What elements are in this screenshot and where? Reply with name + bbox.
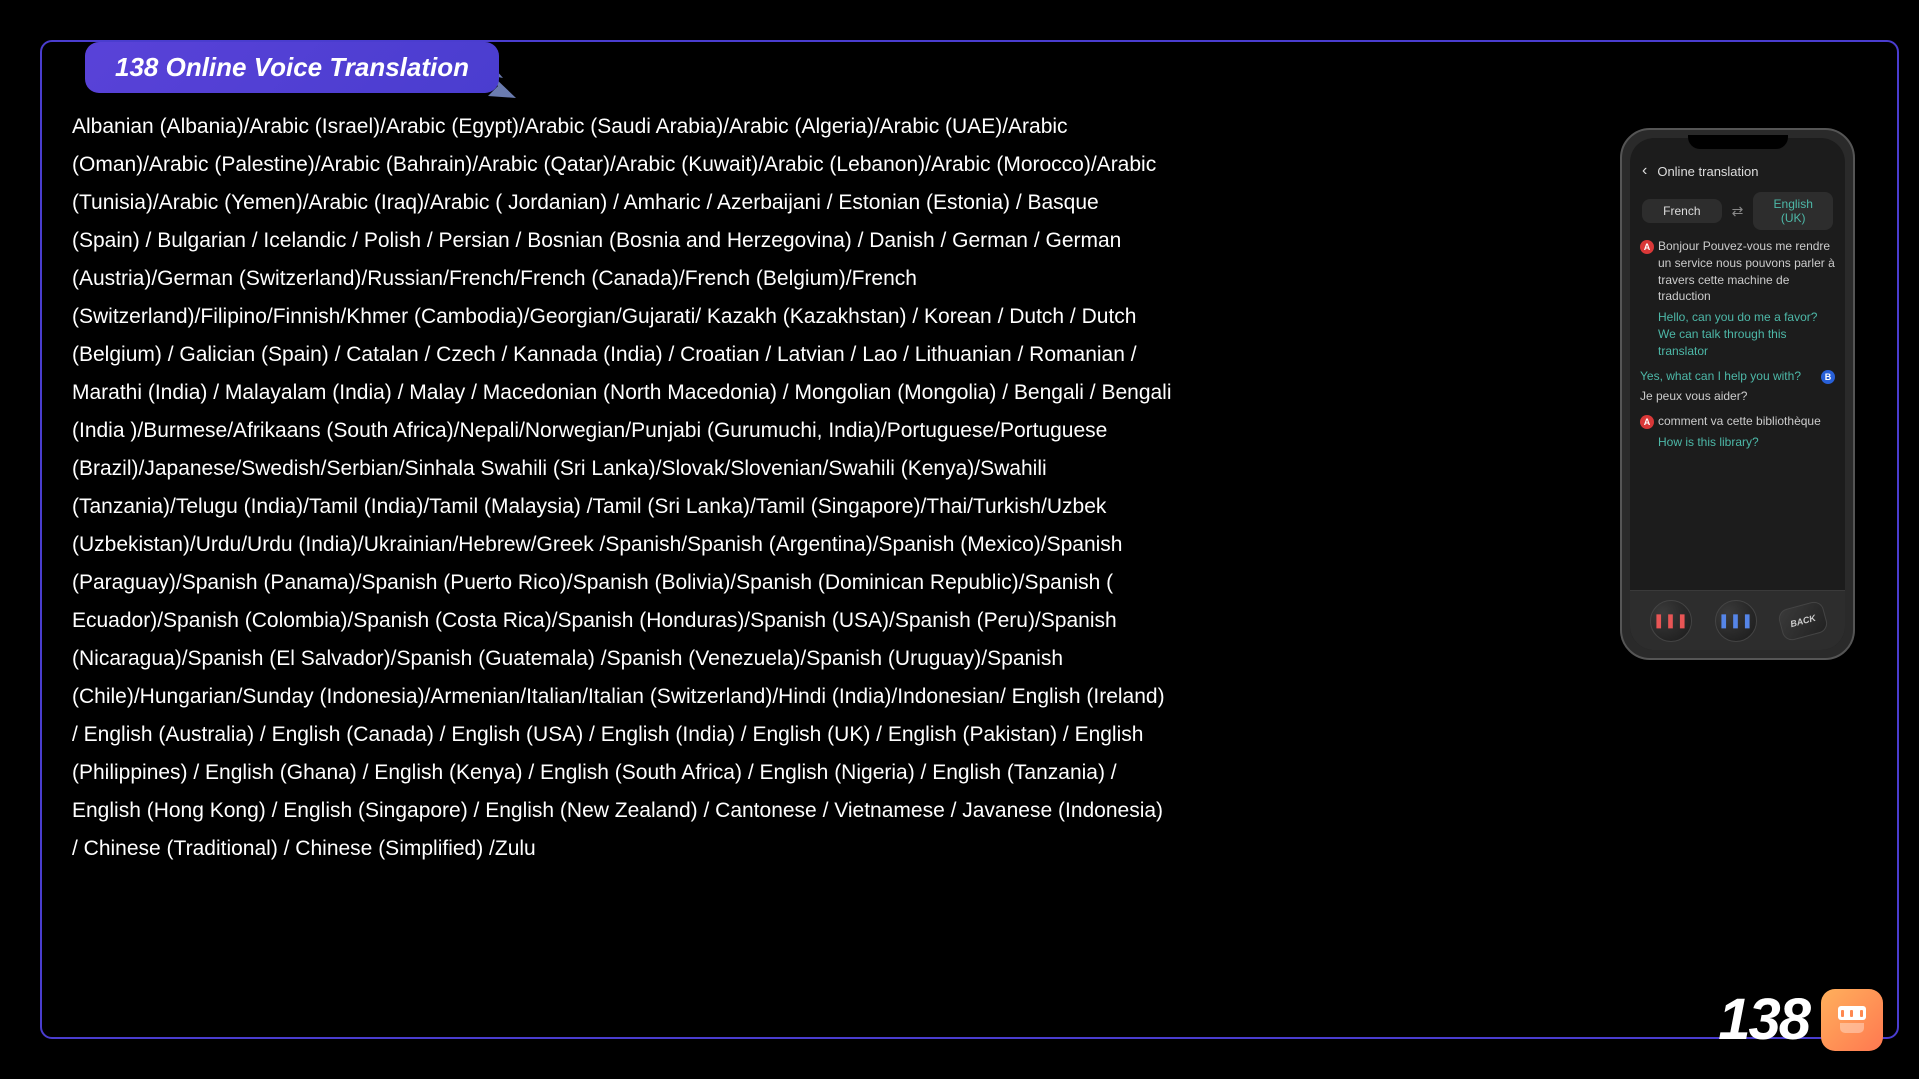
footer-right: 138: [1718, 986, 1883, 1053]
screen-title: Online translation: [1657, 164, 1758, 179]
header-title-badge: 138 Online Voice Translation: [85, 42, 499, 93]
phone-device: ‹ Online translation French ⇄ English (U…: [1620, 128, 1855, 660]
phone-notch: [1688, 135, 1788, 149]
phone-frame: ‹ Online translation French ⇄ English (U…: [1620, 128, 1855, 660]
swap-icon[interactable]: ⇄: [1728, 203, 1748, 220]
language-selector: French ⇄ English (UK): [1630, 184, 1845, 238]
conversation-area: A Bonjour Pouvez-vous me rendre un servi…: [1630, 238, 1845, 590]
lang-to-pill[interactable]: English (UK): [1753, 192, 1833, 230]
phone-bottom-bar: ❚❚❚ ❚❚❚ BACK: [1630, 590, 1845, 650]
phone-header: ‹ Online translation: [1630, 158, 1845, 184]
message-a: A comment va cette bibliothèque How is t…: [1640, 413, 1835, 451]
translation-app-icon: [1821, 989, 1883, 1051]
languages-list: Albanian (Albania)/Arabic (Israel)/Arabi…: [72, 108, 1172, 868]
speaker-badge-b: B: [1821, 370, 1835, 384]
back-icon[interactable]: ‹: [1642, 162, 1647, 180]
speaker-badge-a: A: [1640, 240, 1654, 254]
msg-translation: Hello, can you do me a favor? We can tal…: [1658, 309, 1835, 359]
phone-screen: ‹ Online translation French ⇄ English (U…: [1630, 138, 1845, 650]
lang-from-pill[interactable]: French: [1642, 199, 1722, 223]
back-button[interactable]: BACK: [1776, 599, 1829, 642]
msg-original: comment va cette bibliothèque: [1658, 413, 1835, 430]
message-b: B Yes, what can I help you with? Je peux…: [1640, 368, 1835, 406]
msg-original: Yes, what can I help you with?: [1640, 368, 1817, 385]
speaker-badge-a: A: [1640, 415, 1654, 429]
count-number: 138: [1718, 986, 1809, 1053]
message-a: A Bonjour Pouvez-vous me rendre un servi…: [1640, 238, 1835, 360]
mic-button-a[interactable]: ❚❚❚: [1650, 600, 1692, 642]
mic-button-b[interactable]: ❚❚❚: [1715, 600, 1757, 642]
msg-translation: How is this library?: [1658, 434, 1835, 451]
msg-original: Bonjour Pouvez-vous me rendre un service…: [1658, 238, 1835, 305]
msg-translation: Je peux vous aider?: [1640, 388, 1817, 405]
